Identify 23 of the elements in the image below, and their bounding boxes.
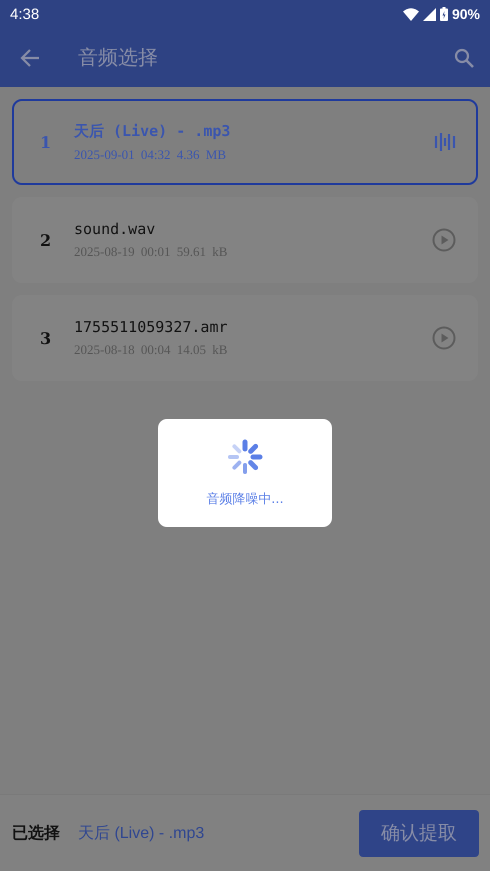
file-name: sound.wav <box>74 220 156 238</box>
item-number: 1 <box>40 132 52 152</box>
play-icon[interactable] <box>432 228 456 252</box>
battery-level: 90% <box>452 6 480 22</box>
play-icon[interactable] <box>432 326 456 350</box>
wifi-icon <box>402 8 419 20</box>
waveform-icon[interactable] <box>434 132 456 152</box>
item-number: 3 <box>40 328 52 348</box>
signal-icon <box>422 8 436 20</box>
status-time: 4:38 <box>10 6 40 22</box>
screen-title: 音频选择 <box>78 44 158 71</box>
selected-file-name: 天后 (Live) - .mp3 <box>78 824 206 844</box>
item-number: 2 <box>40 230 52 250</box>
battery-icon <box>440 7 448 21</box>
loading-text: 音频降噪中... <box>206 491 284 508</box>
search-icon[interactable] <box>454 48 474 68</box>
spinner-icon <box>226 438 264 476</box>
confirm-button[interactable]: 确认提取 <box>359 810 479 856</box>
file-name: 天后 (Live) - .mp3 <box>74 122 232 140</box>
file-name: 1755511059327.amr <box>74 318 229 336</box>
back-icon[interactable] <box>20 48 40 66</box>
file-details: 2025-09-01 04:32 4.36 MB <box>74 146 227 162</box>
selected-label: 已选择 <box>12 822 60 844</box>
